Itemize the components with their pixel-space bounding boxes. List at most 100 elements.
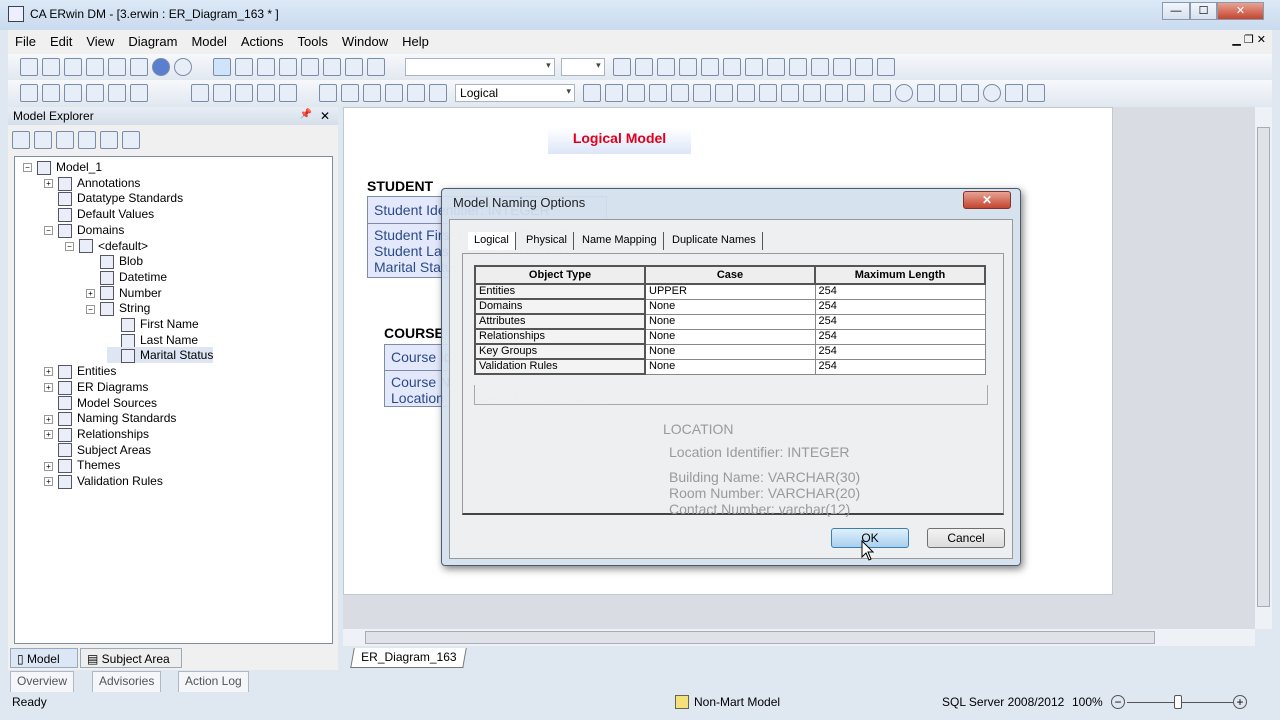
new-icon[interactable] (20, 58, 38, 76)
zoom-100-icon[interactable] (257, 84, 276, 102)
hexagon-icon[interactable] (960, 84, 979, 102)
tab-overview[interactable]: Overview (10, 671, 75, 692)
menu-diagram[interactable]: Diagram (121, 30, 184, 49)
layout-icon[interactable] (877, 58, 896, 76)
tab-model[interactable]: ▯ Model (10, 648, 78, 668)
back-icon[interactable] (12, 131, 30, 149)
attributes-icon[interactable] (406, 84, 425, 102)
menu-edit[interactable]: Edit (43, 30, 79, 49)
identifying-rel-icon[interactable] (279, 58, 298, 76)
close-pane-icon[interactable]: ✕ (320, 109, 330, 123)
tree-item[interactable]: + Naming Standards (44, 410, 176, 427)
tool-f-icon[interactable] (693, 84, 712, 102)
menu-actions[interactable]: Actions (234, 30, 291, 49)
menu-tools[interactable]: Tools (291, 30, 335, 49)
tool-l-icon[interactable] (825, 84, 844, 102)
font-combo[interactable]: ▾ (404, 58, 555, 76)
minimize-button[interactable]: — (1162, 2, 1190, 20)
tree-item[interactable]: Model Sources (44, 395, 157, 411)
tab-physical[interactable]: Physical (520, 232, 574, 250)
tree-item[interactable]: Default Values (44, 206, 154, 222)
logical-physical-combo[interactable]: Logical ▾ (455, 84, 576, 102)
non-identifying-rel-icon[interactable] (323, 58, 342, 76)
tree-item[interactable]: + Relationships (44, 426, 149, 442)
model-tree[interactable]: − Model_1 + Annotations Datatype Standards De… (14, 156, 333, 644)
table-row[interactable]: Relationships None 254 (474, 328, 986, 345)
tree-item[interactable]: Datetime (86, 269, 167, 285)
text-tool-icon[interactable] (345, 58, 364, 76)
entity-display-icon[interactable] (318, 84, 337, 102)
entity-tool-icon[interactable] (235, 58, 254, 76)
inverted-triangle-icon[interactable] (1026, 84, 1045, 102)
zoom-fit-icon[interactable] (235, 84, 254, 102)
table-row[interactable]: Validation Rules None 254 (474, 358, 986, 375)
layout-tree-icon[interactable] (108, 84, 126, 102)
table-row[interactable]: Domains None 254 (474, 298, 986, 315)
expand-toggle-icon[interactable]: − (65, 241, 74, 251)
expand-toggle-icon[interactable]: − (44, 226, 53, 236)
open-icon[interactable] (42, 58, 60, 76)
max-length-cell[interactable]: 254 (814, 328, 986, 345)
case-cell[interactable]: None (644, 313, 816, 330)
tag-icon[interactable] (122, 131, 140, 149)
tree-item[interactable]: − <default> (65, 238, 148, 254)
fill-color-icon[interactable] (723, 58, 742, 76)
annotation-tool-icon[interactable] (367, 58, 386, 76)
tree-item[interactable]: Subject Areas (44, 442, 151, 458)
tool-a-icon[interactable] (583, 84, 602, 102)
tool-m-icon[interactable] (847, 84, 866, 102)
tree-item[interactable]: Blob (86, 253, 143, 270)
max-length-cell[interactable]: 254 (814, 313, 986, 330)
line-style-icon[interactable] (767, 58, 786, 76)
tool-h-icon[interactable] (737, 84, 756, 102)
strikethrough-icon[interactable] (679, 58, 698, 76)
expand-toggle-icon[interactable]: + (44, 461, 53, 471)
tab-logical[interactable]: Logical (468, 232, 516, 250)
tree-item[interactable]: Datatype Standards (44, 190, 183, 207)
tree-item[interactable]: + Validation Rules (44, 473, 163, 489)
student-entity-name[interactable]: STUDENT (367, 178, 433, 194)
expand-toggle-icon[interactable]: + (44, 383, 53, 393)
tree-item[interactable]: + Themes (44, 457, 120, 474)
zoom-in-button[interactable]: + (1233, 695, 1247, 709)
font-color-icon[interactable] (701, 58, 720, 76)
delete-icon[interactable] (78, 131, 96, 149)
cancel-button[interactable]: Cancel (927, 528, 1005, 548)
table-row[interactable]: Key Groups None 254 (474, 343, 986, 360)
vertical-scrollbar[interactable] (1255, 107, 1272, 629)
tab-subject-area[interactable]: ▤ Subject Area (80, 648, 182, 668)
ellipse-icon[interactable] (894, 84, 913, 102)
menu-view[interactable]: View (79, 30, 121, 49)
table-row[interactable]: Entities UPPER 254 (474, 283, 986, 300)
menu-file[interactable]: File (8, 30, 43, 49)
case-cell[interactable]: None (644, 328, 816, 345)
expand-toggle-icon[interactable]: + (44, 430, 53, 440)
layout-symmetric-icon[interactable] (86, 84, 104, 102)
save-icon[interactable] (64, 58, 82, 76)
case-cell[interactable]: None (644, 298, 816, 315)
menu-window[interactable]: Window (335, 30, 395, 49)
print-icon[interactable] (86, 58, 104, 76)
redo-icon[interactable] (174, 58, 192, 76)
tool-b-icon[interactable] (605, 84, 624, 102)
course-entity-name[interactable]: COURSE (384, 325, 444, 341)
maximize-button[interactable]: ☐ (1190, 2, 1217, 20)
triangle-icon[interactable] (1004, 84, 1023, 102)
tool-k-icon[interactable] (803, 84, 822, 102)
max-length-cell[interactable]: 254 (814, 283, 986, 300)
zoom-out-icon[interactable] (191, 84, 210, 102)
case-cell[interactable]: None (644, 358, 816, 375)
note-icon[interactable] (340, 84, 359, 102)
expand-toggle-icon[interactable]: − (23, 163, 32, 173)
layout-orthogonal-icon[interactable] (64, 84, 82, 102)
tool-e-icon[interactable] (671, 84, 690, 102)
tab-advisories[interactable]: Advisories (92, 671, 162, 692)
underline-icon[interactable] (657, 58, 676, 76)
properties-icon[interactable] (56, 131, 74, 149)
tool-i-icon[interactable] (759, 84, 778, 102)
max-length-cell[interactable]: 254 (814, 343, 986, 360)
bold-icon[interactable] (613, 58, 632, 76)
pin-icon[interactable]: 📌 (300, 109, 312, 120)
line-dash-icon[interactable] (789, 58, 808, 76)
vertical-scroll-thumb[interactable] (1257, 127, 1270, 607)
